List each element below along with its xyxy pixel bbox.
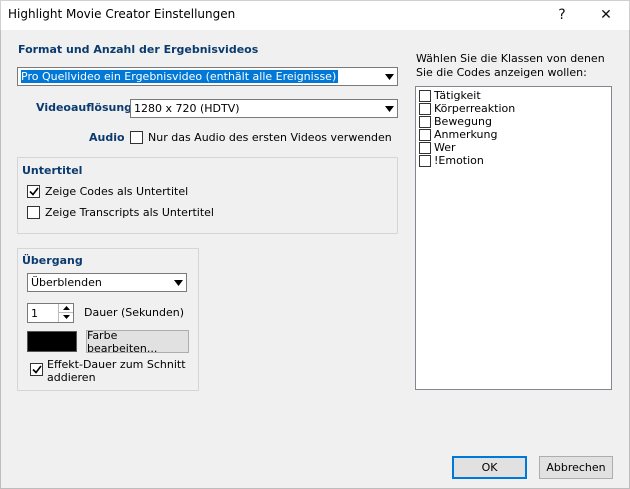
format-select[interactable]: Pro Quellvideo ein Ergebnisvideo (enthäl… — [17, 67, 398, 86]
help-icon: ? — [558, 7, 566, 23]
chevron-down-icon — [382, 68, 397, 85]
list-item[interactable]: Körperreaktion — [419, 102, 608, 115]
transition-heading: Übergang — [22, 254, 83, 267]
subtitles-heading: Untertitel — [22, 164, 83, 177]
audio-label: Audio — [89, 131, 125, 144]
transition-select[interactable]: Überblenden — [27, 273, 187, 292]
class-checkbox[interactable] — [419, 128, 431, 141]
resolution-select[interactable]: 1280 x 720 (HDTV) — [130, 99, 398, 118]
add-duration-checkbox[interactable] — [30, 363, 43, 376]
edit-color-button[interactable]: Farbe bearbeiten... — [86, 329, 189, 355]
stepper-down-icon[interactable] — [59, 313, 73, 321]
show-codes-label: Zeige Codes als Untertitel — [45, 185, 189, 198]
resolution-selected-value: 1280 x 720 (HDTV) — [134, 102, 240, 115]
list-item[interactable]: Tätigkeit — [419, 89, 608, 102]
add-duration-label: Effekt-Dauer zum Schnitt addieren — [47, 358, 186, 384]
stepper-up-icon[interactable] — [59, 304, 73, 313]
duration-value: 1 — [31, 307, 38, 320]
window-title: Highlight Movie Creator Einstellungen — [8, 7, 236, 21]
duration-stepper[interactable]: 1 — [27, 303, 74, 323]
classes-list[interactable]: Tätigkeit Körperreaktion Bewegung Anmerk… — [415, 86, 612, 390]
format-heading: Format und Anzahl der Ergebnisvideos — [18, 43, 259, 56]
list-item[interactable]: !Emotion — [419, 154, 608, 167]
duration-label: Dauer (Sekunden) — [84, 306, 184, 319]
color-swatch — [27, 331, 77, 352]
show-codes-checkbox[interactable] — [27, 185, 40, 198]
show-transcripts-label: Zeige Transcripts als Untertitel — [45, 206, 214, 219]
chevron-down-icon — [171, 274, 186, 291]
cancel-button[interactable]: Abbrechen — [539, 456, 613, 479]
ok-button[interactable]: OK — [452, 456, 527, 479]
class-checkbox[interactable] — [419, 89, 431, 102]
list-item[interactable]: Anmerkung — [419, 128, 608, 141]
class-checkbox[interactable] — [419, 115, 431, 128]
list-item[interactable]: Bewegung — [419, 115, 608, 128]
class-checkbox[interactable] — [419, 102, 431, 115]
audio-checkbox-label: Nur das Audio des ersten Videos verwende… — [148, 131, 392, 144]
resolution-label: Videoauflösung — [36, 101, 133, 114]
classes-instruction: Wählen Sie die Klassen von denen Sie die… — [416, 52, 605, 79]
close-icon: ✕ — [600, 7, 612, 23]
class-checkbox[interactable] — [419, 141, 431, 154]
chevron-down-icon — [382, 100, 397, 117]
help-button[interactable]: ? — [540, 0, 584, 30]
audio-checkbox[interactable] — [130, 131, 143, 144]
show-transcripts-checkbox[interactable] — [27, 206, 40, 219]
list-item[interactable]: Wer — [419, 141, 608, 154]
close-button[interactable]: ✕ — [584, 0, 628, 30]
class-checkbox[interactable] — [419, 154, 431, 167]
format-selected-value: Pro Quellvideo ein Ergebnisvideo (enthäl… — [21, 70, 339, 83]
transition-selected-value: Überblenden — [31, 276, 102, 289]
